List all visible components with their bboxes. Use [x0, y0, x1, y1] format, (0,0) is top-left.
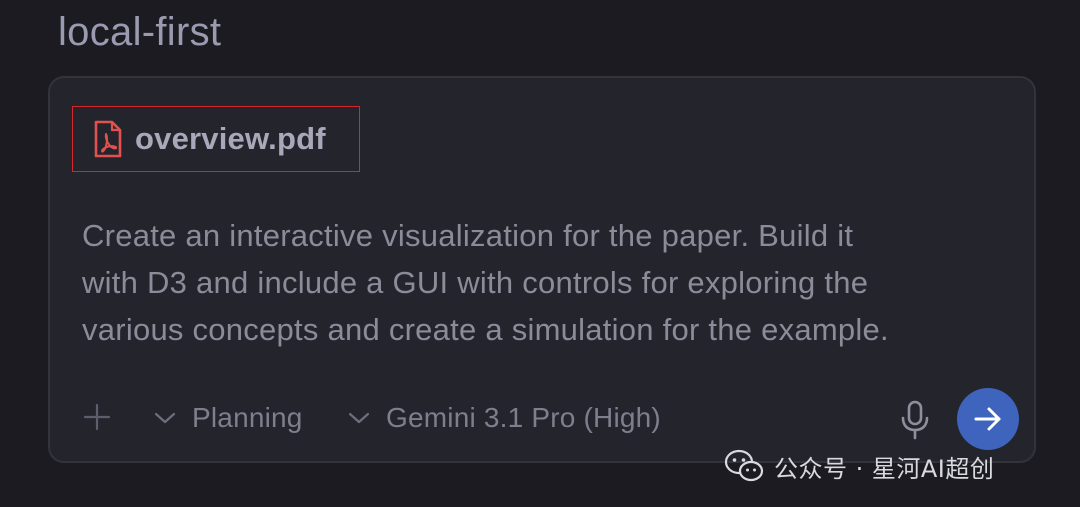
workspace-title: local-first [58, 10, 222, 54]
model-dropdown-label: Gemini 3.1 Pro (High) [386, 402, 661, 433]
attachment-file-name: overview.pdf [135, 121, 326, 156]
microphone-icon [901, 400, 929, 440]
chevron-down-icon [154, 412, 176, 424]
chat-composer: overview.pdf Create an interactive visua… [48, 76, 1036, 463]
plus-icon [83, 403, 111, 431]
mode-dropdown[interactable]: Planning [154, 396, 303, 440]
mode-dropdown-label: Planning [192, 402, 303, 433]
add-context-button[interactable] [82, 402, 112, 432]
wechat-icon [724, 449, 764, 482]
arrow-right-icon [974, 407, 1001, 431]
send-button[interactable] [957, 388, 1019, 450]
pdf-file-icon [94, 120, 122, 158]
model-dropdown[interactable]: Gemini 3.1 Pro (High) [348, 396, 661, 440]
composer-toolbar: Planning Gemini 3.1 Pro (High) [50, 388, 1034, 450]
microphone-button[interactable] [898, 400, 932, 440]
prompt-input[interactable]: Create an interactive visualization for … [82, 212, 1012, 353]
watermark-text: 公众号 · 星河AI超创 [774, 454, 995, 483]
chevron-down-icon [348, 412, 370, 424]
watermark: 公众号 · 星河AI超创 [724, 446, 994, 486]
attachment-chip[interactable]: overview.pdf [72, 106, 360, 172]
